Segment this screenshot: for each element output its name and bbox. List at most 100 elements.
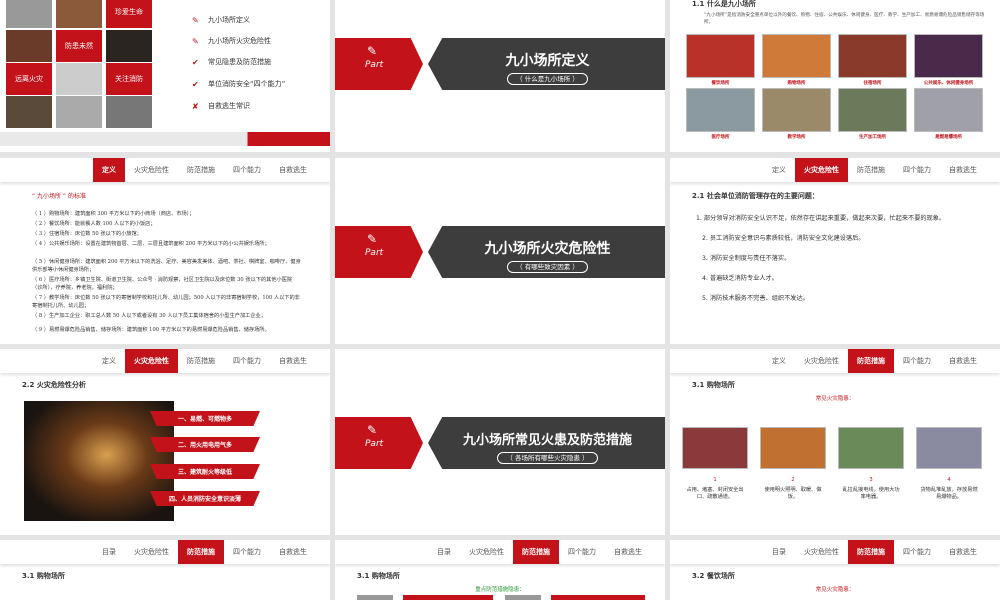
toc-label: 单位消防安全“四个能力” <box>208 80 286 88</box>
tab-fire-risk[interactable]: 火灾危险性 <box>795 540 848 564</box>
caption: 住宿场所 <box>863 81 882 86</box>
section-heading: 3.2 餐饮场所 <box>692 572 735 580</box>
slide-7-risk-analysis[interactable]: 定义 火灾危险性 防范措施 四个能力 自救逃生 2.2 火灾危险性分析 一、易燃… <box>0 349 330 535</box>
tab-four-abilities[interactable]: 四个能力 <box>559 540 605 564</box>
photo-restaurant <box>686 34 755 78</box>
hazard-photo <box>916 427 982 469</box>
section-heading: 2.2 火灾危险性分析 <box>22 381 86 389</box>
toc-item[interactable]: ✘ 自救逃生常识 <box>192 101 250 111</box>
problem-item: 3. 消防安全制度与责任不落实。 <box>702 255 791 262</box>
tab-prevention[interactable]: 防范措施 <box>848 349 894 373</box>
hazard-text: 占用、堵塞、封闭安全出口、疏散通道。 <box>686 487 744 500</box>
tab-prevention[interactable]: 防范措施 <box>178 349 224 373</box>
photo-shop <box>762 34 831 78</box>
slide-6-problems[interactable]: 定义 火灾危险性 防范措施 四个能力 自救逃生 2.1 社会单位消防管理存在的主… <box>670 158 1000 344</box>
toc-item[interactable]: ✔ 常见隐患及防范措施 <box>192 57 271 67</box>
slide-8-part[interactable]: ✎ Part 九小场所常见火患及防范措施 （ 各场所有哪些火灾隐患 ） <box>335 349 665 535</box>
problem-item: 4. 普遍缺乏消防专业人才。 <box>702 275 778 282</box>
slide-12[interactable]: 目录 火灾危险性 防范措施 四个能力 自救逃生 3.2 餐饮场所 常见火灾隐患： <box>670 540 1000 600</box>
risk-bar: 三、建筑耐火等级低 <box>150 464 260 479</box>
problem-item: 2. 员工消防安全意识与素质较低，消防安全文化建设落后。 <box>702 235 865 242</box>
tab-prevention[interactable]: 防范措施 <box>178 158 224 182</box>
standards-title: “ 九小场所 ” 的标准 <box>32 193 86 200</box>
tab-toc[interactable]: 目录 <box>93 540 125 564</box>
tab-definition[interactable]: 定义 <box>763 349 795 373</box>
tab-prevention[interactable]: 防范措施 <box>513 540 559 564</box>
part-label: Part <box>365 248 384 258</box>
tab-self-rescue[interactable]: 自救逃生 <box>270 349 316 373</box>
tab-bar: 定义 火灾危险性 防范措施 四个能力 自救逃生 <box>670 349 1000 373</box>
photo-tile <box>56 0 102 28</box>
tab-self-rescue[interactable]: 自救逃生 <box>270 158 316 182</box>
tab-four-abilities[interactable]: 四个能力 <box>224 540 270 564</box>
check-icon: ✔ <box>192 79 199 89</box>
tab-bar: 目录 火灾危险性 防范措施 四个能力 自救逃生 <box>670 540 1000 564</box>
tab-self-rescue[interactable]: 自救逃生 <box>605 540 651 564</box>
slide-9-shopping-hazards[interactable]: 定义 火灾危险性 防范措施 四个能力 自救逃生 3.1 购物场所 常见火灾隐患：… <box>670 349 1000 535</box>
problem-item: 5. 消防技术服务不完善、组织不发达。 <box>702 295 809 302</box>
tab-self-rescue[interactable]: 自救逃生 <box>270 540 316 564</box>
slide-3-definition[interactable]: 1.1 什么是九小场所 “九小场所”是指消防安全重点单位以外的餐饮、购物、住宿、… <box>670 0 1000 152</box>
slide-4-standards[interactable]: 定义 火灾危险性 防范措施 四个能力 自救逃生 “ 九小场所 ” 的标准 （ 1… <box>0 158 330 344</box>
photo-tile <box>6 96 52 128</box>
hazard-text: 乱拉乱接电线，使用大功率电器。 <box>842 487 900 500</box>
definition-text: “九小场所”是指消防安全重点单位以外的餐饮、购物、住宿、公共娱乐、休闲健身、医疗… <box>704 13 985 25</box>
workshop-photo <box>24 401 174 521</box>
tab-definition[interactable]: 定义 <box>763 158 795 182</box>
tab-definition[interactable]: 定义 <box>93 158 125 182</box>
slide-2-part[interactable]: ✎ Part 九小场所定义 （ 什么是九小场所 ） <box>335 0 665 152</box>
toc-item[interactable]: ✎ 九小场所定义 <box>192 15 250 25</box>
hazard-text: 货物乱堆乱放，存放易燃易爆物品。 <box>920 487 978 500</box>
standard-item: （ 1 ）购物场所：建筑面积 300 平方米以下的小商场（商店、市场）； <box>32 211 195 217</box>
slide-5-part[interactable]: ✎ Part 九小场所火灾危险性 （ 有哪些致灾因素 ） <box>335 158 665 344</box>
tab-self-rescue[interactable]: 自救逃生 <box>940 158 986 182</box>
standard-item: （ 7 ）教学场所：床位数 50 张以下的寄宿制学校和托儿所、幼儿园；500 人… <box>32 295 300 309</box>
pencil-icon: ✎ <box>192 36 199 46</box>
slide-11[interactable]: 目录 火灾危险性 防范措施 四个能力 自救逃生 3.1 购物场所 重点防范措施隐… <box>335 540 665 600</box>
tab-self-rescue[interactable]: 自救逃生 <box>940 540 986 564</box>
section-heading: 2.1 社会单位消防管理存在的主要问题： <box>692 192 819 200</box>
caption: 教学场所 <box>787 135 806 140</box>
fire-icon: ✎ <box>192 15 199 25</box>
risk-bar: 二、用火用电用气多 <box>150 437 260 452</box>
prevention-subtitle: 重点防范措施隐患： <box>475 587 525 593</box>
tab-prevention[interactable]: 防范措施 <box>848 540 894 564</box>
problem-item: 1. 部分领导对消防安全认识不足，依然存在讲起来重要，做起来次要，忙起来不要的现… <box>696 215 946 222</box>
tab-definition[interactable]: 定义 <box>93 349 125 373</box>
photo-tile <box>6 30 52 62</box>
caption: 餐饮场所 <box>711 81 730 86</box>
tab-self-rescue[interactable]: 自救逃生 <box>940 349 986 373</box>
standard-item: （ 3 ）住宿场所：床位数 50 张以下的小旅馆； <box>32 231 142 237</box>
tile-text: 珍爱生命 <box>106 0 152 28</box>
tab-four-abilities[interactable]: 四个能力 <box>894 349 940 373</box>
hazard-photo <box>682 427 748 469</box>
slide-10[interactable]: 目录 火灾危险性 防范措施 四个能力 自救逃生 3.1 购物场所 <box>0 540 330 600</box>
section-heading: 3.1 购物场所 <box>22 572 65 580</box>
tab-toc[interactable]: 目录 <box>763 540 795 564</box>
hazard-text: 使用明火照明、取暖、做饭。 <box>764 487 822 500</box>
tab-toc[interactable]: 目录 <box>428 540 460 564</box>
tab-four-abilities[interactable]: 四个能力 <box>224 158 270 182</box>
tab-fire-risk[interactable]: 火灾危险性 <box>795 349 848 373</box>
slide-1-toc[interactable]: 珍爱生命 防患未然 远离火灾 关注消防 ✎ 九小场所定义 ✎ 九小场所火灾危险性 ✔… <box>0 0 330 152</box>
tab-fire-risk[interactable]: 火灾危险性 <box>125 349 178 373</box>
caption: 医疗场所 <box>711 135 730 140</box>
tab-four-abilities[interactable]: 四个能力 <box>894 158 940 182</box>
photo-tile <box>56 96 102 128</box>
toc-item[interactable]: ✎ 九小场所火灾危险性 <box>192 36 271 46</box>
tab-four-abilities[interactable]: 四个能力 <box>224 349 270 373</box>
part-label: Part <box>365 60 384 70</box>
tab-prevention[interactable]: 防范措施 <box>178 540 224 564</box>
tile-text: 关注消防 <box>106 63 152 95</box>
tab-fire-risk[interactable]: 火灾危险性 <box>125 540 178 564</box>
risk-bar: 四、人员消防安全意识淡薄 <box>150 491 260 506</box>
check-icon: ✔ <box>192 57 199 67</box>
tab-fire-risk[interactable]: 火灾危险性 <box>125 158 178 182</box>
tab-bar: 目录 火灾危险性 防范措施 四个能力 自救逃生 <box>0 540 330 564</box>
tab-fire-risk[interactable]: 火灾危险性 <box>460 540 513 564</box>
hazard-number: 3 <box>869 477 873 483</box>
toc-item[interactable]: ✔ 单位消防安全“四个能力” <box>192 79 285 89</box>
tab-four-abilities[interactable]: 四个能力 <box>894 540 940 564</box>
tab-prevention[interactable]: 防范措施 <box>848 158 894 182</box>
tab-fire-risk[interactable]: 火灾危险性 <box>795 158 848 182</box>
